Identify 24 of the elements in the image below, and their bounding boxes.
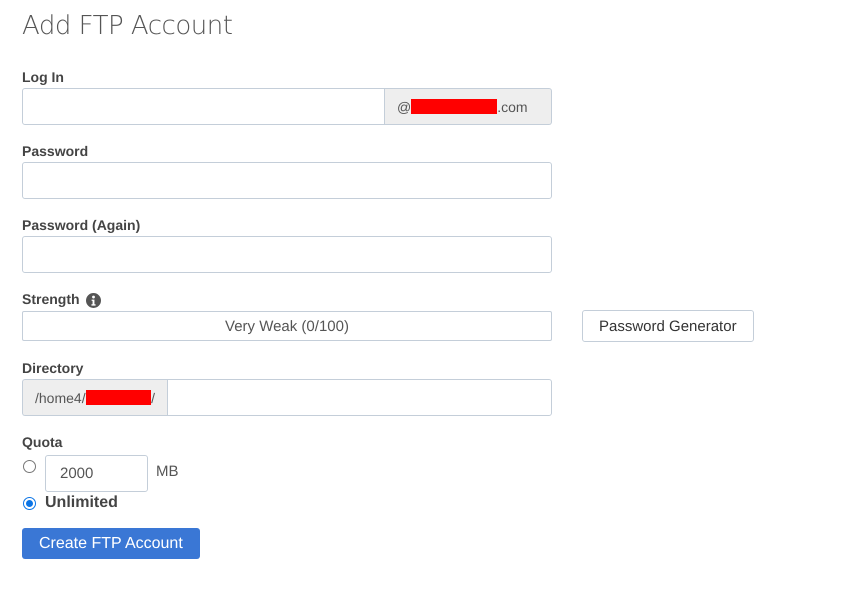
field-label: Strength	[22, 290, 80, 308]
info-icon[interactable]	[86, 292, 101, 308]
strength-meter: Very Weak (0/100)	[22, 311, 552, 341]
page-title: Add FTP Account	[22, 10, 234, 42]
field-label: Directory	[22, 359, 84, 377]
field-label: Log In	[22, 68, 64, 86]
field-label: Password	[22, 142, 88, 160]
unit-label: MB	[156, 463, 178, 480]
path-slash: /	[151, 390, 155, 406]
radio-button[interactable]	[23, 496, 36, 510]
at-sign: @	[397, 98, 412, 114]
password-field[interactable]	[22, 162, 552, 199]
password-confirm-field[interactable]	[22, 236, 552, 273]
field-label: Password (Again)	[22, 216, 140, 234]
domain-suffix: .com	[497, 98, 528, 114]
field-label: Quota	[22, 433, 62, 451]
radio-label: Unlimited	[45, 494, 118, 512]
create-account-button[interactable]: Create FTP Account	[22, 528, 200, 559]
login-field[interactable]	[22, 88, 385, 125]
password-generator-button[interactable]: Password Generator	[582, 310, 754, 342]
directory-field[interactable]	[167, 379, 552, 416]
home-path: /home4/	[35, 390, 86, 406]
quota-field[interactable]: 2000	[45, 455, 148, 492]
radio-button[interactable]	[23, 460, 36, 473]
